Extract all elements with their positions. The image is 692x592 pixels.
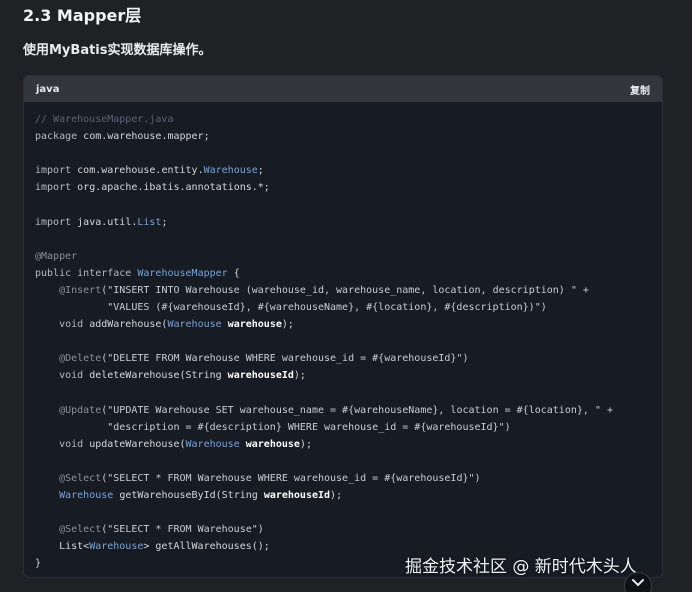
code-token: @Select — [35, 472, 102, 484]
code-token: @Delete — [35, 353, 102, 365]
code-token: @Select — [35, 524, 102, 536]
code-token: deleteWarehouse(String — [89, 370, 228, 382]
code-line: package com.warehouse.mapper; — [35, 128, 651, 145]
code-token: import — [35, 182, 78, 194]
code-token: ); — [330, 490, 343, 502]
code-token: import — [35, 216, 78, 228]
code-token: warehouseId — [263, 490, 331, 502]
code-line: @Update("UPDATE Warehouse SET warehouse_… — [35, 402, 651, 419]
code-token: import — [35, 165, 78, 177]
code-token: java.util. — [77, 216, 138, 228]
code-token: List< — [35, 541, 90, 553]
code-token: ); — [299, 438, 312, 450]
code-block: java 复制 // WarehouseMapper.java package c… — [23, 75, 663, 578]
code-token: org.apache.ibatis.annotations.*; — [77, 182, 270, 194]
section-heading: 2.3 Mapper层 — [23, 6, 142, 25]
code-line: import com.warehouse.entity.Warehouse; — [35, 162, 651, 179]
code-token: "VALUES (#{warehouseId}, #{warehouseName… — [35, 302, 547, 314]
code-block-header: java 复制 — [24, 76, 662, 102]
article-page: 2.3 Mapper层 使用MyBatis实现数据库操作。 java 复制 //… — [0, 0, 692, 592]
code-token: ); — [281, 319, 294, 331]
code-token: ; — [161, 216, 168, 228]
section-description: 使用MyBatis实现数据库操作。 — [23, 43, 212, 58]
scroll-down-button[interactable] — [624, 572, 652, 592]
code-token: public interface — [35, 267, 138, 279]
code-token: Warehouse — [59, 490, 120, 502]
code-token: addWarehouse( — [89, 319, 168, 331]
code-token: void — [35, 370, 90, 382]
code-token: warehouse — [245, 438, 300, 450]
code-token: warehouse — [227, 319, 282, 331]
code-token: void — [35, 438, 90, 450]
code-line: void deleteWarehouse(String warehouseId)… — [35, 367, 651, 384]
code-token: updateWarehouse( — [89, 438, 186, 450]
code-token: List — [137, 216, 162, 228]
code-token: package — [35, 131, 84, 143]
code-token: ("DELETE FROM Warehouse WHERE warehouse_… — [101, 353, 469, 365]
code-token: ("UPDATE Warehouse SET warehouse_name = … — [101, 404, 613, 416]
code-token: Warehouse — [167, 319, 228, 331]
code-line: "VALUES (#{warehouseId}, #{warehouseName… — [35, 299, 651, 316]
code-token: // WarehouseMapper.java — [35, 114, 174, 125]
code-line: // WarehouseMapper.java — [35, 111, 651, 128]
code-token: void — [35, 319, 90, 331]
code-token: @Mapper — [35, 250, 78, 262]
copy-button[interactable]: 复制 — [630, 82, 650, 97]
code-token: @Update — [35, 404, 102, 416]
code-token: ); — [293, 370, 306, 382]
code-token: Warehouse — [203, 165, 258, 177]
code-language-label: java — [36, 83, 60, 95]
code-token: > getAllWarehouses(); — [143, 541, 270, 553]
code-line: @Select("SELECT * FROM Warehouse WHERE w… — [35, 470, 651, 487]
code-token: "description = #{description} WHERE ware… — [35, 421, 511, 433]
code-content: // WarehouseMapper.java package com.wareh… — [24, 102, 662, 573]
code-token: Warehouse — [89, 541, 144, 553]
code-token: @Insert — [35, 284, 102, 296]
code-token: Warehouse — [185, 438, 246, 450]
code-line: @Mapper — [35, 248, 651, 265]
code-token: com.warehouse.mapper; — [83, 131, 210, 143]
code-line: void updateWarehouse(Warehouse warehouse… — [35, 436, 651, 453]
code-token: } — [35, 558, 42, 570]
code-token: getWarehouseById(String — [119, 490, 264, 502]
code-line: @Delete("DELETE FROM Warehouse WHERE war… — [35, 350, 651, 367]
code-line: import java.util.List; — [35, 214, 651, 231]
code-token: com.warehouse.entity. — [77, 165, 204, 177]
code-token: WarehouseMapper — [137, 267, 228, 279]
code-line: public interface WarehouseMapper { — [35, 265, 651, 282]
code-token: warehouseId — [227, 370, 294, 382]
code-line: "description = #{description} WHERE ware… — [35, 419, 651, 436]
code-line: import org.apache.ibatis.annotations.*; — [35, 179, 651, 196]
watermark-text: 掘金技术社区 @ 新时代木头人 — [405, 557, 637, 577]
chevron-down-icon — [631, 578, 645, 588]
code-line: @Insert("INSERT INTO Warehouse (warehous… — [35, 282, 651, 299]
code-line: void addWarehouse(Warehouse warehouse); — [35, 316, 651, 333]
code-token: ("SELECT * FROM Warehouse WHERE warehous… — [101, 472, 481, 484]
code-line: @Select("SELECT * FROM Warehouse") — [35, 521, 651, 538]
code-token: ; — [257, 165, 264, 177]
code-token: ("SELECT * FROM Warehouse") — [101, 524, 264, 536]
code-token: ("INSERT INTO Warehouse (warehouse_id, w… — [101, 284, 589, 296]
code-token: { — [227, 267, 240, 279]
code-line: Warehouse getWarehouseById(String wareho… — [35, 487, 651, 504]
